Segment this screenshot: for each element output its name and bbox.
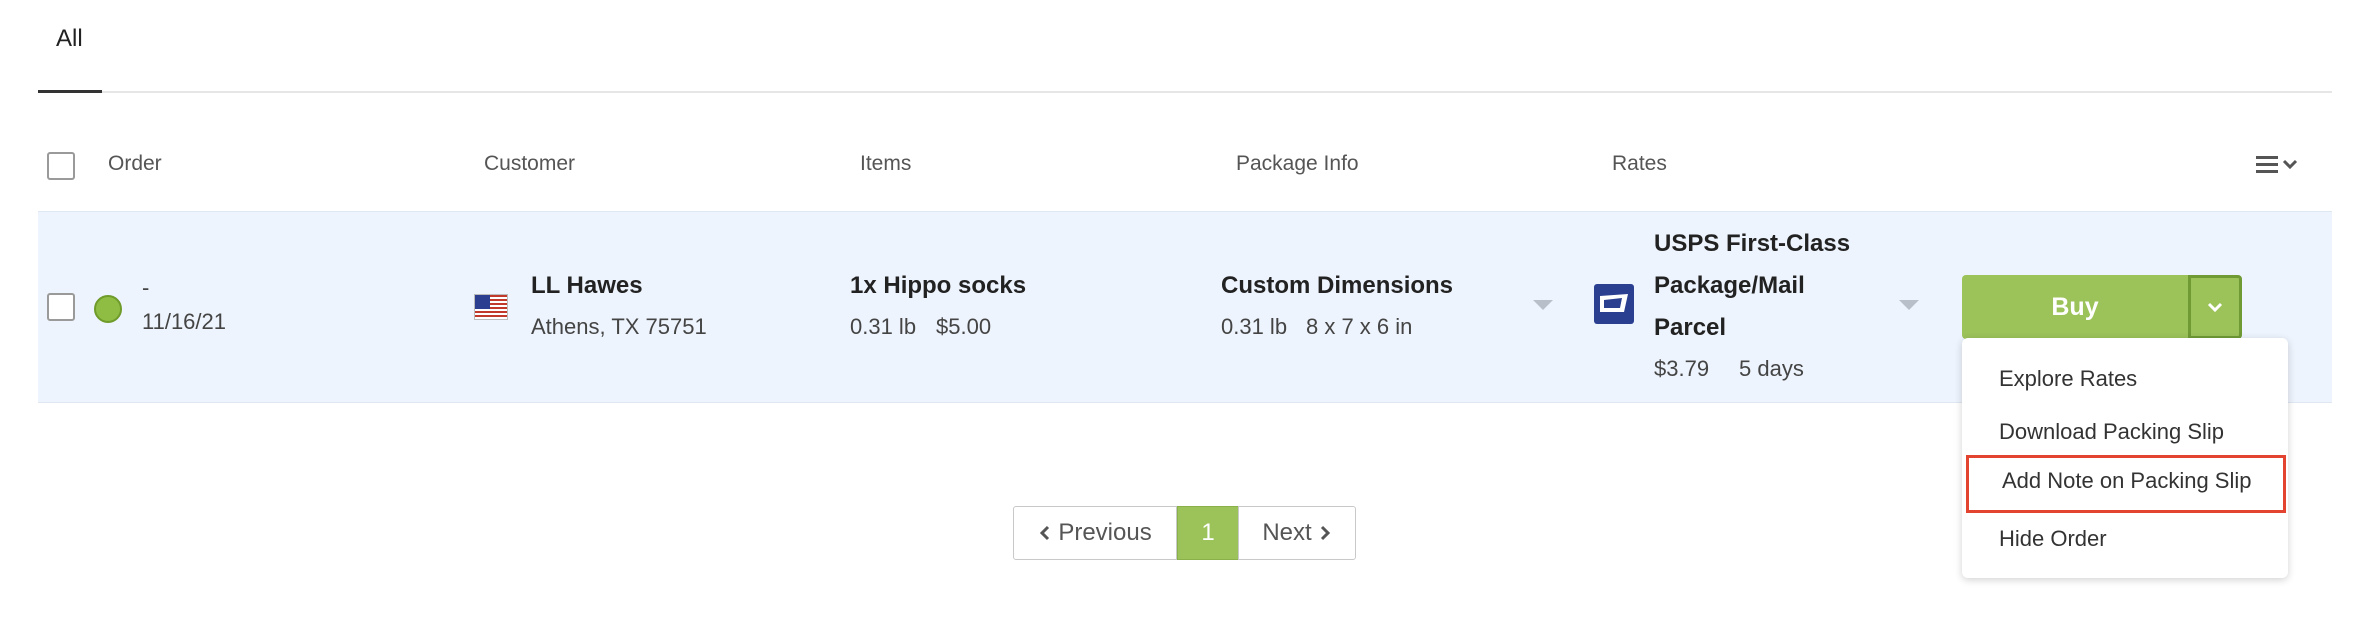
rate-days: 5 days: [1739, 356, 1804, 381]
header-package-info[interactable]: Package Info: [1236, 152, 1359, 176]
menu-item-hide-order[interactable]: Hide Order: [1962, 513, 2288, 565]
menu-item-explore-rates[interactable]: Explore Rates: [1962, 353, 2288, 405]
header-customer[interactable]: Customer: [484, 152, 575, 176]
rate-dropdown-icon[interactable]: [1899, 300, 1919, 310]
tab-all-label: All: [56, 25, 83, 52]
order-number[interactable]: -: [142, 275, 149, 301]
item-price: $5.00: [936, 314, 992, 339]
chevron-right-icon: [1320, 525, 1330, 541]
row-checkbox[interactable]: [47, 293, 75, 321]
header-items[interactable]: Items: [860, 152, 911, 176]
customer-name[interactable]: LL Hawes: [531, 272, 643, 300]
item-title[interactable]: 1x Hippo socks: [850, 272, 1026, 300]
package-dropdown-icon[interactable]: [1533, 300, 1553, 310]
chevron-left-icon: [1040, 525, 1050, 541]
buy-button[interactable]: Buy: [1962, 275, 2188, 339]
rate-service-line1[interactable]: USPS First-Class: [1654, 230, 1850, 258]
column-menu-icon[interactable]: [2254, 150, 2310, 180]
select-all-checkbox[interactable]: [47, 152, 75, 180]
pagination: Previous 1 Next: [1013, 506, 1356, 560]
order-date: 11/16/21: [142, 309, 227, 334]
next-page-button[interactable]: Next: [1238, 506, 1356, 560]
tab-bar: All: [38, 0, 2332, 93]
header-order[interactable]: Order: [108, 152, 162, 176]
usps-logo-icon: [1594, 284, 1634, 324]
status-icon: [94, 295, 122, 323]
rate-service-line3[interactable]: Parcel: [1654, 314, 1726, 342]
current-page[interactable]: 1: [1177, 506, 1239, 560]
previous-page-button[interactable]: Previous: [1013, 506, 1177, 560]
package-dimensions: 8 x 7 x 6 in: [1306, 314, 1413, 339]
us-flag-icon: [474, 294, 508, 320]
buy-options-toggle[interactable]: [2188, 275, 2242, 339]
customer-location: Athens, TX 75751: [531, 314, 707, 339]
table-header: Order Customer Items Package Info Rates: [38, 120, 2332, 210]
rate-price: $3.79: [1654, 356, 1710, 381]
rate-service-line2[interactable]: Package/Mail: [1654, 272, 1805, 300]
buy-button-group: Buy: [1962, 275, 2242, 339]
package-weight: 0.31 lb: [1221, 314, 1288, 339]
package-title[interactable]: Custom Dimensions: [1221, 272, 1453, 300]
item-weight: 0.31 lb: [850, 314, 917, 339]
menu-item-add-note-packing-slip[interactable]: Add Note on Packing Slip: [1966, 455, 2286, 513]
chevron-down-icon: [2207, 302, 2223, 313]
menu-item-download-packing-slip[interactable]: Download Packing Slip: [1962, 406, 2288, 458]
header-rates[interactable]: Rates: [1612, 152, 1667, 176]
tab-all[interactable]: All: [38, 0, 102, 93]
buy-options-menu: Explore Rates Download Packing Slip Add …: [1962, 338, 2288, 578]
